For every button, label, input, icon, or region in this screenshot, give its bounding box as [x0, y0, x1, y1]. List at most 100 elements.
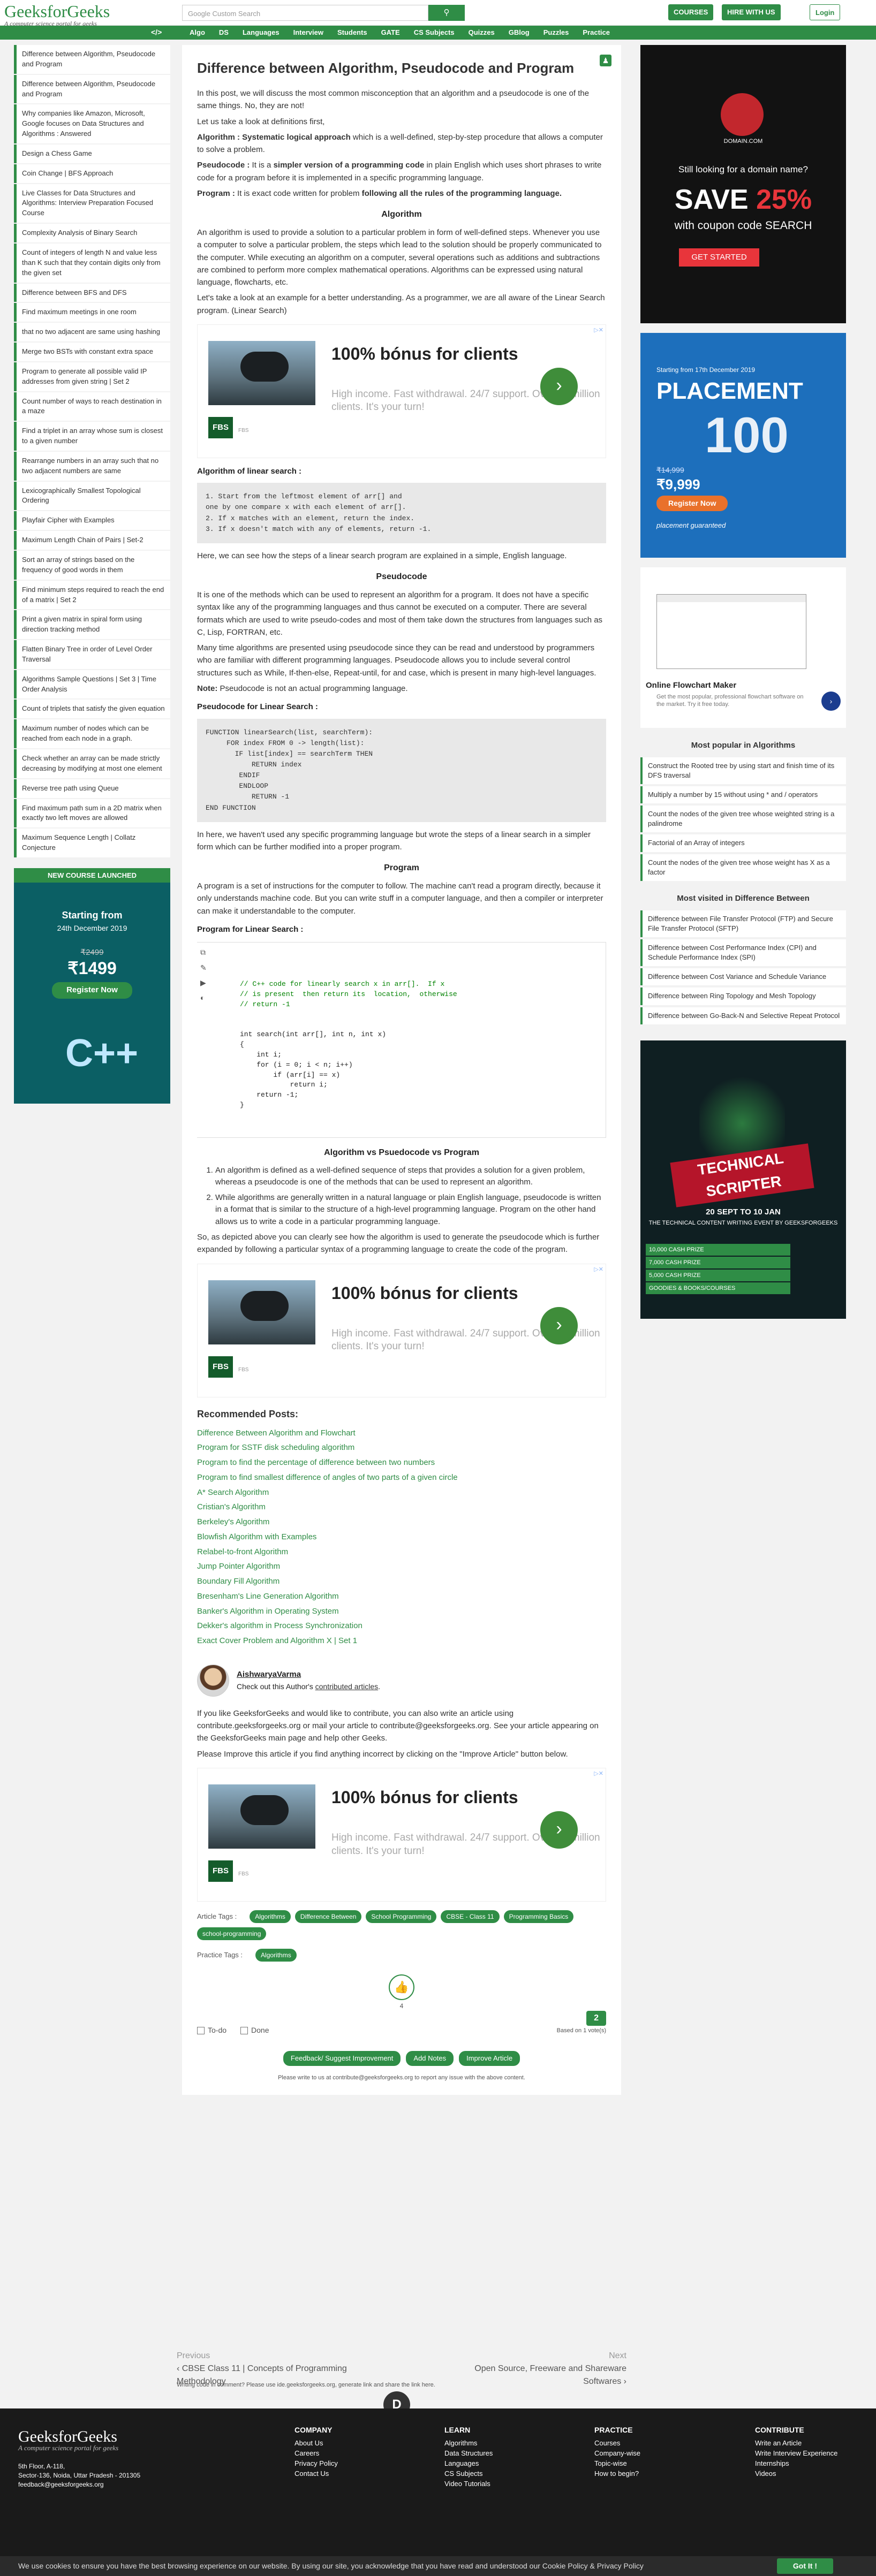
footer-link[interactable]: CS Subjects — [444, 2469, 493, 2479]
done-checkbox[interactable]: Done — [240, 2025, 269, 2036]
footer-link[interactable]: Privacy Policy — [294, 2459, 338, 2469]
popular-link[interactable]: Count the nodes of the given tree whose … — [640, 854, 846, 881]
ad-choices-icon[interactable]: ▷✕ — [594, 326, 603, 335]
nav-item[interactable]: Practice — [583, 27, 610, 38]
ad-banner[interactable]: ▷✕ 100% bónus for clients High income. F… — [197, 1263, 606, 1397]
recommended-link[interactable]: Cristian's Algorithm — [197, 1500, 606, 1515]
popular-link[interactable]: Multiply a number by 15 without using * … — [640, 786, 846, 804]
technical-scripter-ad[interactable]: TECHNICAL SCRIPTER 20 SEPT TO 10 JAN THE… — [640, 1040, 846, 1319]
nav-item[interactable]: Interview — [293, 27, 323, 38]
recommended-link[interactable]: Program for SSTF disk scheduling algorit… — [197, 1440, 606, 1455]
visited-link[interactable]: Difference between Go-Back-N and Selecti… — [640, 1007, 846, 1024]
nav-item[interactable]: Algo — [190, 27, 205, 38]
sidebar-item[interactable]: Coin Change | BFS Approach — [14, 164, 170, 183]
banner-register-button[interactable]: Register Now — [52, 982, 132, 999]
recommended-link[interactable]: Program to find the percentage of differ… — [197, 1455, 606, 1470]
copy-icon[interactable]: ⧉ — [200, 947, 207, 958]
sidebar-item[interactable]: Find minimum steps required to reach the… — [14, 580, 170, 610]
sidebar-item[interactable]: Playfair Cipher with Examples — [14, 511, 170, 530]
footer-link[interactable]: Contact Us — [294, 2469, 338, 2479]
logo-text[interactable]: GeeksforGeeks — [4, 2, 110, 20]
sidebar-item[interactable]: Why companies like Amazon, Microsoft, Go… — [14, 104, 170, 143]
sidebar-item[interactable]: Find maximum path sum in a 2D matrix whe… — [14, 799, 170, 828]
todo-checkbox[interactable]: To-do — [197, 2025, 226, 2036]
footer-link[interactable]: Courses — [594, 2438, 640, 2449]
placement-ad[interactable]: Starting from 17th December 2019 PLACEME… — [640, 333, 846, 558]
sidebar-item[interactable]: Count of triplets that satisfy the given… — [14, 700, 170, 719]
ad-choices-icon[interactable]: ▷✕ — [594, 1769, 603, 1779]
visited-link[interactable]: Difference between Ring Topology and Mes… — [640, 987, 846, 1005]
search-button[interactable]: ⚲ — [428, 5, 465, 21]
sidebar-item[interactable]: Merge two BSTs with constant extra space — [14, 343, 170, 361]
nav-item[interactable]: Students — [337, 27, 367, 38]
popular-link[interactable]: Count the nodes of the given tree whose … — [640, 806, 846, 833]
footer-link[interactable]: How to begin? — [594, 2469, 640, 2479]
nav-item[interactable]: Puzzles — [543, 27, 569, 38]
footer-link[interactable]: Videos — [755, 2469, 837, 2479]
sidebar-item[interactable]: Design a Chess Game — [14, 144, 170, 163]
sidebar-item[interactable]: Algorithms Sample Questions | Set 3 | Ti… — [14, 670, 170, 699]
tag-link[interactable]: Difference Between — [294, 1910, 362, 1923]
tag-link[interactable]: school-programming — [197, 1927, 267, 1940]
recommended-link[interactable]: Difference Between Algorithm and Flowcha… — [197, 1426, 606, 1441]
tag-link[interactable]: Algorithms — [250, 1910, 291, 1923]
footer-link[interactable]: Algorithms — [444, 2438, 493, 2449]
recommended-link[interactable]: Boundary Fill Algorithm — [197, 1574, 606, 1589]
sidebar-item[interactable]: Difference between Algorithm, Pseudocode… — [14, 74, 170, 104]
run-icon[interactable]: ▶ — [200, 977, 207, 988]
action-button[interactable]: Feedback/ Suggest Improvement — [283, 2051, 401, 2066]
ad-arrow-icon[interactable]: › — [540, 1306, 578, 1344]
edit-icon[interactable]: ✎ — [200, 962, 207, 973]
recommended-link[interactable]: Jump Pointer Algorithm — [197, 1559, 606, 1574]
sidebar-item[interactable]: Count of integers of length N and value … — [14, 243, 170, 283]
footer-link[interactable]: Languages — [444, 2459, 493, 2469]
search-input[interactable]: Google Custom Search — [182, 5, 428, 21]
sidebar-item[interactable]: Find a triplet in an array whose sum is … — [14, 422, 170, 451]
recommended-link[interactable]: Banker's Algorithm in Operating System — [197, 1604, 606, 1619]
nav-item[interactable]: Languages — [243, 27, 280, 38]
flowchart-ad[interactable]: Online Flowchart Maker Get the most popu… — [640, 567, 846, 728]
footer-link[interactable]: Video Tutorials — [444, 2479, 493, 2489]
next-link[interactable]: Next Open Source, Freeware and Shareware … — [455, 2350, 626, 2388]
nav-item[interactable]: Quizzes — [469, 27, 495, 38]
footer-link[interactable]: About Us — [294, 2438, 338, 2449]
footer-link[interactable]: Topic-wise — [594, 2459, 640, 2469]
tag-link[interactable]: School Programming — [366, 1910, 437, 1923]
new-course-banner[interactable]: NEW COURSE LAUNCHED Starting from 24th D… — [14, 868, 170, 1104]
domain-ad[interactable]: DOMAIN.COM Still looking for a domain na… — [640, 45, 846, 323]
footer-link[interactable]: Write an Article — [755, 2438, 837, 2449]
home-icon[interactable]: </> — [151, 27, 162, 38]
sidebar-item[interactable]: that no two adjacent are same using hash… — [14, 323, 170, 342]
footer-link[interactable]: Company-wise — [594, 2449, 640, 2459]
ad-arrow-icon[interactable]: › — [540, 367, 578, 405]
theme-icon[interactable]: ◐ — [200, 992, 207, 1003]
footer-link[interactable]: Write Interview Experience — [755, 2449, 837, 2459]
action-button[interactable]: Improve Article — [459, 2051, 520, 2066]
login-button[interactable]: Login — [810, 4, 841, 20]
ad-choices-icon[interactable]: ▷✕ — [594, 1265, 603, 1274]
chevron-right-icon[interactable]: › — [821, 692, 841, 711]
visited-link[interactable]: Difference between Cost Variance and Sch… — [640, 968, 846, 986]
recommended-link[interactable]: Bresenham's Line Generation Algorithm — [197, 1589, 606, 1604]
sidebar-item[interactable]: Count number of ways to reach destinatio… — [14, 392, 170, 421]
sidebar-item[interactable]: Reverse tree path using Queue — [14, 779, 170, 798]
author-link[interactable]: contributed articles — [315, 1682, 379, 1691]
sidebar-item[interactable]: Difference between Algorithm, Pseudocode… — [14, 45, 170, 74]
got-it-button[interactable]: Got It ! — [776, 2558, 833, 2574]
ad-banner[interactable]: ▷✕ 100% bónus for clients High income. F… — [197, 1767, 606, 1902]
visited-link[interactable]: Difference between Cost Performance Inde… — [640, 939, 846, 967]
author-name[interactable]: AishwaryaVarma — [237, 1669, 380, 1681]
bookmark-icon[interactable]: ♟ — [600, 55, 611, 66]
tag-link[interactable]: CBSE - Class 11 — [441, 1910, 500, 1923]
nav-item[interactable]: CS Subjects — [414, 27, 455, 38]
courses-button[interactable]: COURSES — [668, 4, 714, 20]
sidebar-item[interactable]: Print a given matrix in spiral form usin… — [14, 610, 170, 640]
tag-link[interactable]: Programming Basics — [503, 1910, 574, 1923]
sidebar-item[interactable]: Live Classes for Data Structures and Alg… — [14, 184, 170, 223]
ad-arrow-icon[interactable]: › — [540, 1811, 578, 1849]
footer-link[interactable]: Careers — [294, 2449, 338, 2459]
sidebar-item[interactable]: Check whether an array can be made stric… — [14, 749, 170, 778]
recommended-link[interactable]: A* Search Algorithm — [197, 1485, 606, 1500]
sidebar-item[interactable]: Sort an array of strings based on the fr… — [14, 551, 170, 580]
sidebar-item[interactable]: Maximum number of nodes which can be rea… — [14, 719, 170, 748]
